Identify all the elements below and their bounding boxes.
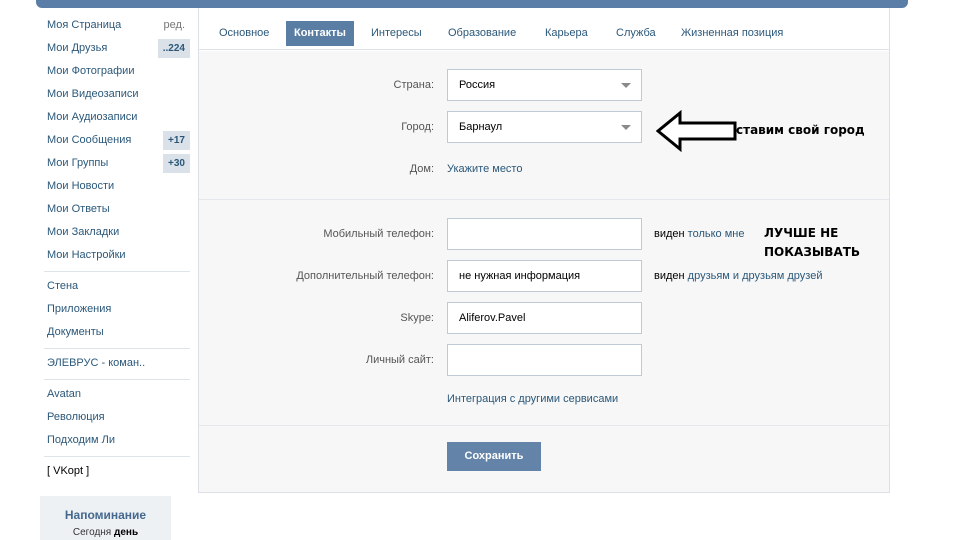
sidebar-item-label[interactable]: Революция: [47, 411, 105, 423]
sidebar-item-app-avatan[interactable]: Avatan: [40, 383, 192, 406]
sidebar-divider: [44, 348, 190, 349]
extra-phone-visibility: виден друзьям и друзьям друзей: [654, 270, 822, 282]
sidebar-item-label[interactable]: Мои Новости: [47, 180, 114, 192]
mobile-visibility: виден только мне: [654, 228, 744, 240]
integration-link[interactable]: Интеграция с другими сервисами: [447, 393, 618, 405]
sidebar-item-community[interactable]: ЭЛЕВРУС - коман..: [40, 352, 192, 375]
sidebar-item-videos[interactable]: Мои Видеозаписи: [40, 83, 192, 106]
sidebar-item-label[interactable]: Avatan: [47, 388, 81, 400]
tab-career[interactable]: Карьера: [537, 21, 596, 46]
skype-input[interactable]: Aliferov.Pavel: [447, 302, 642, 334]
sidebar-item-label[interactable]: [ VKopt ]: [47, 465, 89, 477]
city-annotation: ставим свой город: [736, 123, 865, 137]
visibility-prefix: виден: [654, 228, 688, 240]
sidebar-item-label[interactable]: Приложения: [47, 303, 111, 315]
country-select[interactable]: Россия: [447, 69, 642, 101]
sidebar-item-bookmarks[interactable]: Мои Закладки: [40, 221, 192, 244]
extra-phone-input[interactable]: не нужная информация: [447, 260, 642, 292]
sidebar-item-vkopt[interactable]: [ VKopt ]: [40, 460, 192, 483]
tab-interests[interactable]: Интересы: [363, 21, 430, 46]
reminder-box: Напоминание Сегодня день: [40, 496, 171, 540]
mobile-phone-label: Мобильный телефон:: [323, 228, 434, 240]
sidebar-item-my-page[interactable]: Моя Страница ред.: [40, 14, 192, 37]
home-place-link[interactable]: Укажите место: [447, 163, 522, 175]
sidebar-item-photos[interactable]: Мои Фотографии: [40, 60, 192, 83]
count-badge: ..224: [157, 39, 190, 58]
sidebar-divider: [44, 456, 190, 457]
city-label: Город:: [401, 121, 434, 133]
country-label: Страна:: [393, 79, 434, 91]
sidebar-item-label[interactable]: Стена: [47, 280, 78, 292]
mobile-phone-input[interactable]: [447, 218, 642, 250]
top-header-bar: [36, 0, 908, 8]
sidebar-item-apps[interactable]: Приложения: [40, 298, 192, 321]
sidebar-item-label[interactable]: Моя Страница: [47, 19, 121, 31]
sidebar-item-label[interactable]: Мои Настройки: [47, 249, 126, 261]
sidebar-item-groups[interactable]: Мои Группы +30: [40, 152, 192, 175]
edit-link[interactable]: ред.: [159, 16, 190, 35]
chevron-down-icon[interactable]: [621, 83, 631, 88]
home-label: Дом:: [409, 163, 434, 175]
save-button[interactable]: Сохранить: [447, 442, 541, 471]
tab-life-position[interactable]: Жизненная позиция: [673, 21, 791, 46]
sidebar-item-label[interactable]: Мои Аудиозаписи: [47, 111, 137, 123]
sidebar-item-label[interactable]: Мои Видеозаписи: [47, 88, 139, 100]
section-divider: [199, 425, 889, 426]
reminder-prefix: Сегодня: [72, 527, 114, 538]
phone-annotation-line1: ЛУЧШЕ НЕ: [764, 226, 839, 240]
sidebar-divider: [44, 271, 190, 272]
sidebar-item-label[interactable]: Мои Группы: [47, 157, 108, 169]
personal-site-label: Личный сайт:: [365, 354, 434, 366]
sidebar-item-label[interactable]: Мои Ответы: [47, 203, 110, 215]
visibility-link[interactable]: друзьям и друзьям друзей: [688, 270, 823, 282]
tab-bar: Основное Контакты Интересы Образование К…: [199, 8, 889, 50]
sidebar-item-label[interactable]: ЭЛЕВРУС - коман..: [47, 357, 145, 369]
sidebar-item-label[interactable]: Подходим Ли: [47, 434, 115, 446]
city-value: Барнаул: [459, 121, 503, 133]
skype-label: Skype:: [400, 312, 434, 324]
chevron-down-icon[interactable]: [621, 125, 631, 130]
sidebar-item-label[interactable]: Мои Фотографии: [47, 65, 134, 77]
tab-service[interactable]: Служба: [608, 21, 664, 46]
city-select[interactable]: Барнаул: [447, 111, 642, 143]
section-divider: [199, 199, 889, 200]
sidebar-item-settings[interactable]: Мои Настройки: [40, 244, 192, 267]
tab-contacts[interactable]: Контакты: [286, 21, 354, 46]
sidebar-item-label[interactable]: Документы: [47, 326, 104, 338]
sidebar-item-label[interactable]: Мои Сообщения: [47, 134, 131, 146]
left-sidebar: Моя Страница ред. Мои Друзья ..224 Мои Ф…: [40, 14, 192, 483]
tab-education[interactable]: Образование: [440, 21, 524, 46]
sidebar-item-audio[interactable]: Мои Аудиозаписи: [40, 106, 192, 129]
visibility-prefix: виден: [654, 270, 688, 282]
sidebar-item-wall[interactable]: Стена: [40, 275, 192, 298]
extra-phone-label: Дополнительный телефон:: [296, 270, 434, 282]
count-badge: +17: [163, 131, 190, 150]
phone-annotation-line2: ПОКАЗЫВАТЬ: [764, 245, 861, 259]
sidebar-item-friends[interactable]: Мои Друзья ..224: [40, 37, 192, 60]
sidebar-item-app-match[interactable]: Подходим Ли: [40, 429, 192, 452]
reminder-title: Напоминание: [64, 508, 147, 522]
sidebar-item-answers[interactable]: Мои Ответы: [40, 198, 192, 221]
sidebar-item-messages[interactable]: Мои Сообщения +17: [40, 129, 192, 152]
reminder-text: Сегодня день: [40, 527, 171, 538]
sidebar-item-documents[interactable]: Документы: [40, 321, 192, 344]
sidebar-divider: [44, 379, 190, 380]
sidebar-item-label[interactable]: Мои Закладки: [47, 226, 119, 238]
sidebar-item-label[interactable]: Мои Друзья: [47, 42, 107, 54]
sidebar-item-app-revolution[interactable]: Революция: [40, 406, 192, 429]
personal-site-input[interactable]: [447, 344, 642, 376]
count-badge: +30: [163, 154, 190, 173]
country-value: Россия: [459, 79, 496, 91]
arrow-left-icon: [656, 110, 737, 152]
sidebar-item-news[interactable]: Мои Новости: [40, 175, 192, 198]
contacts-form: Страна: Россия Город: Барнаул Дом: Укажи…: [199, 51, 889, 492]
visibility-link[interactable]: только мне: [688, 228, 745, 240]
reminder-bold: день: [114, 527, 139, 538]
tab-main[interactable]: Основное: [211, 21, 277, 46]
